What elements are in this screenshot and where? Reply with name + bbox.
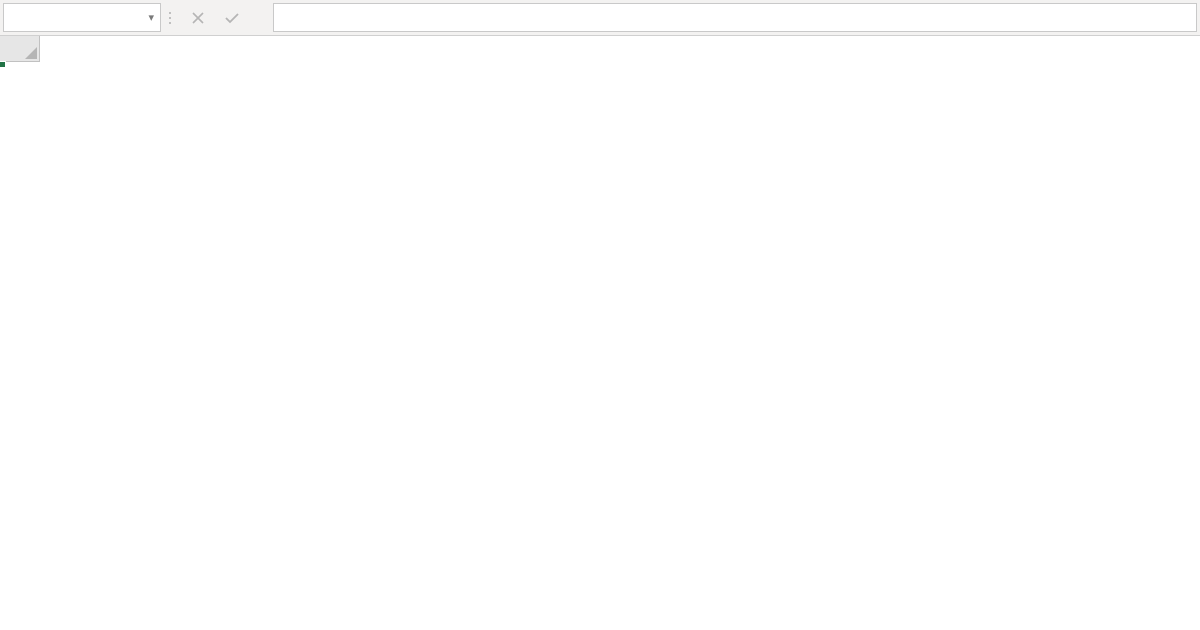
select-all-triangle-icon — [25, 47, 37, 59]
worksheet — [0, 36, 1200, 62]
active-cell-selection — [0, 62, 4, 66]
enter-button[interactable] — [215, 4, 249, 32]
drag-dots-icon — [167, 7, 173, 29]
chevron-down-icon[interactable]: ▾ — [148, 12, 154, 23]
cancel-button[interactable] — [181, 4, 215, 32]
formula-bar-controls — [161, 0, 263, 35]
select-all-corner[interactable] — [0, 36, 40, 62]
check-icon — [224, 11, 240, 25]
formula-input[interactable] — [273, 3, 1197, 32]
formula-bar: ▾ — [0, 0, 1200, 36]
x-icon — [191, 11, 205, 25]
fill-handle[interactable] — [0, 61, 6, 68]
name-box[interactable]: ▾ — [3, 3, 161, 32]
